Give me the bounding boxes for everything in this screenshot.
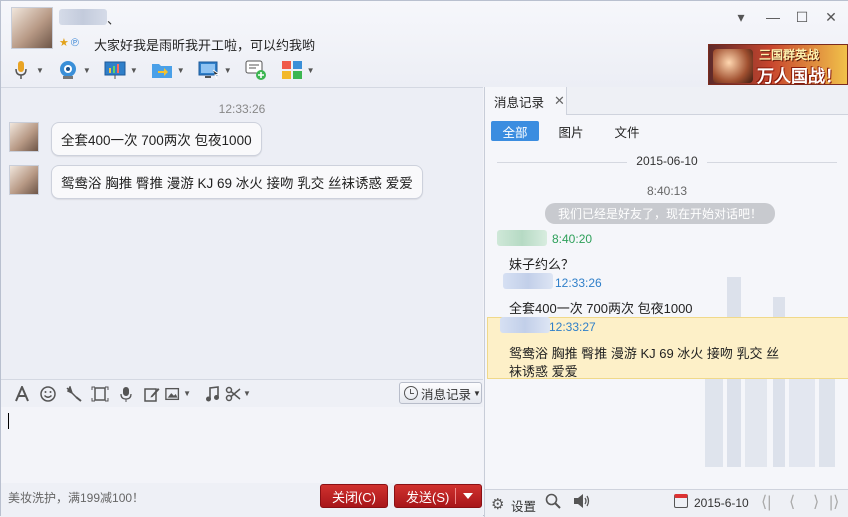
image-icon[interactable]: ▼ [165, 383, 191, 405]
gear-icon[interactable]: ⚙ [491, 495, 504, 513]
chevron-down-icon[interactable]: ▼ [307, 66, 315, 75]
chevron-down-icon[interactable]: ▼ [224, 66, 232, 75]
ad-text-link[interactable]: 美妆洗护，满199减100！ [8, 489, 144, 506]
history-sender-name-blurred [497, 230, 547, 246]
filter-all-tab[interactable]: 全部 [491, 121, 539, 141]
status-icons: ★ ℗ [59, 36, 79, 49]
history-entry-text[interactable]: 全套400一次 700两次 包夜1000 [509, 298, 693, 317]
webcam-icon [56, 59, 80, 81]
voice-message-icon[interactable] [113, 383, 139, 405]
tab-message-history[interactable]: 消息记录 ✕ [485, 87, 567, 115]
remote-desktop-button[interactable]: ▼ [197, 59, 232, 81]
chevron-down-icon[interactable]: ▼ [36, 66, 44, 75]
text-cursor [8, 413, 9, 429]
settings-button[interactable]: 设置 [511, 496, 536, 515]
history-entry-time: 12:33:26 [555, 276, 602, 290]
history-date-field[interactable]: 2015-6-10 [694, 496, 749, 510]
add-chat-icon [244, 59, 268, 81]
game-ad-banner[interactable]: 三国群英战 万人国战！ [708, 44, 848, 85]
close-window-icon[interactable]: ✕ [822, 9, 840, 26]
speaker-icon[interactable] [573, 493, 591, 513]
last-page-icon[interactable]: |⟩ [829, 492, 839, 512]
message-history-button[interactable]: 消息记录 ▼ [399, 382, 482, 404]
history-entry-time: 12:33:27 [549, 320, 596, 334]
banner-subtitle: 三国群英战 [759, 48, 820, 62]
message-row: 全套400一次 700两次 包夜1000 [9, 122, 262, 156]
contact-signature: 大家好我是雨昕我开工啦，可以约我哟 [94, 38, 316, 53]
previous-page-icon[interactable]: ⟨ [789, 492, 795, 512]
send-button-label: 发送(S) [406, 489, 450, 505]
history-entry-text-line1[interactable]: 鸳鸯浴 胸推 臀推 漫游 KJ 69 冰火 接吻 乳交 丝 [509, 343, 779, 362]
create-discussion-button[interactable] [244, 59, 268, 81]
maximize-icon[interactable]: ☐ [793, 9, 811, 26]
chevron-down-icon: ▼ [473, 388, 481, 398]
close-button[interactable]: 关闭(C) [320, 484, 388, 508]
screen-share-button[interactable]: ▼ [103, 59, 138, 81]
video-call-button[interactable]: ▼ [56, 59, 91, 81]
history-entry-text[interactable]: 妹子约么？ [509, 254, 574, 273]
contact-name-suffix: 、 [107, 12, 121, 27]
message-input[interactable] [1, 407, 483, 483]
system-notice: 我们已经是好友了，现在开始对话吧！ [545, 203, 775, 224]
header-toolbar: ▼ ▼ ▼ ▼ ▼ ▼ [9, 57, 327, 83]
chat-header: 、 ★ ℗ 大家好我是雨昕我开工啦，可以约我哟 ▾ — ☐ ✕ ▼ ▼ ▼ ▼ … [1, 1, 848, 87]
calendar-icon[interactable] [674, 494, 688, 508]
scissors-icon[interactable]: ▼ [225, 383, 251, 405]
game-character-image [713, 49, 753, 83]
history-entry-text-line2[interactable]: 袜诱惑 爱爱 [509, 361, 578, 380]
history-sender-name-blurred [500, 317, 550, 333]
send-options-chevron-icon[interactable] [463, 493, 473, 499]
chevron-down-icon[interactable]: ▼ [177, 66, 185, 75]
chevron-down-icon[interactable]: ▼ [130, 66, 138, 75]
first-page-icon[interactable]: ⟨| [761, 492, 771, 512]
microphone-icon [9, 59, 33, 81]
vip-star-icon: ★ [59, 37, 69, 49]
banner-title: 万人国战！ [757, 67, 842, 85]
voice-call-button[interactable]: ▼ [9, 59, 44, 81]
history-sender-name-blurred [503, 273, 553, 289]
contact-avatar[interactable] [11, 7, 53, 49]
contact-name-blurred[interactable] [59, 9, 107, 25]
font-icon[interactable] [9, 383, 35, 405]
close-tab-icon[interactable]: ✕ [554, 93, 565, 109]
history-date-divider: 2015-06-10 [485, 154, 848, 168]
search-icon[interactable] [545, 493, 561, 513]
presentation-icon [103, 59, 127, 81]
message-timestamp: 12:33:26 [218, 102, 266, 116]
qzone-icon[interactable]: ℗ [71, 37, 79, 49]
send-file-button[interactable]: ▼ [150, 59, 185, 81]
sender-avatar[interactable] [9, 165, 39, 195]
screenshot-icon[interactable] [87, 383, 113, 405]
monitor-icon [197, 59, 221, 81]
music-icon[interactable] [199, 383, 225, 405]
chevron-down-icon[interactable]: ▼ [183, 389, 191, 398]
send-button-divider [455, 488, 456, 504]
history-timestamp: 8:40:13 [646, 184, 688, 198]
history-tab-bar: 消息记录 ✕ [485, 87, 848, 115]
menu-dropdown-icon[interactable]: ▾ [732, 9, 750, 26]
message-area[interactable]: 12:33:26 全套400一次 700两次 包夜1000 鸳鸯浴 胸推 臀推 … [1, 87, 483, 379]
message-history-label: 消息记录 [421, 387, 472, 402]
edit-icon[interactable] [139, 383, 165, 405]
next-page-icon[interactable]: ⟩ [813, 492, 819, 512]
chat-window: 、 ★ ℗ 大家好我是雨昕我开工啦，可以约我哟 ▾ — ☐ ✕ ▼ ▼ ▼ ▼ … [0, 0, 848, 517]
clock-icon [404, 386, 418, 400]
message-bubble[interactable]: 鸳鸯浴 胸推 臀推 漫游 KJ 69 冰火 接吻 乳交 丝袜诱惑 爱爱 [51, 165, 423, 199]
filter-images-tab[interactable]: 图片 [547, 121, 595, 141]
tab-label: 消息记录 [494, 95, 545, 110]
filter-files-tab[interactable]: 文件 [603, 121, 651, 141]
emoji-icon[interactable] [35, 383, 61, 405]
message-row: 鸳鸯浴 胸推 臀推 漫游 KJ 69 冰火 接吻 乳交 丝袜诱惑 爱爱 [9, 165, 423, 199]
apps-grid-icon [280, 59, 304, 81]
history-entry-time: 8:40:20 [552, 232, 593, 246]
message-bubble[interactable]: 全套400一次 700两次 包夜1000 [51, 122, 262, 156]
window-shake-icon[interactable] [61, 383, 87, 405]
apps-button[interactable]: ▼ [280, 59, 315, 81]
history-panel: 消息记录 ✕ 全部 图片 文件 2015-06-10 8:40:13 我们已经是… [484, 87, 848, 517]
chevron-down-icon[interactable]: ▼ [83, 66, 91, 75]
folder-transfer-icon [150, 59, 174, 81]
minimize-icon[interactable]: — [764, 9, 782, 25]
chevron-down-icon[interactable]: ▼ [243, 389, 251, 398]
sender-avatar[interactable] [9, 122, 39, 152]
